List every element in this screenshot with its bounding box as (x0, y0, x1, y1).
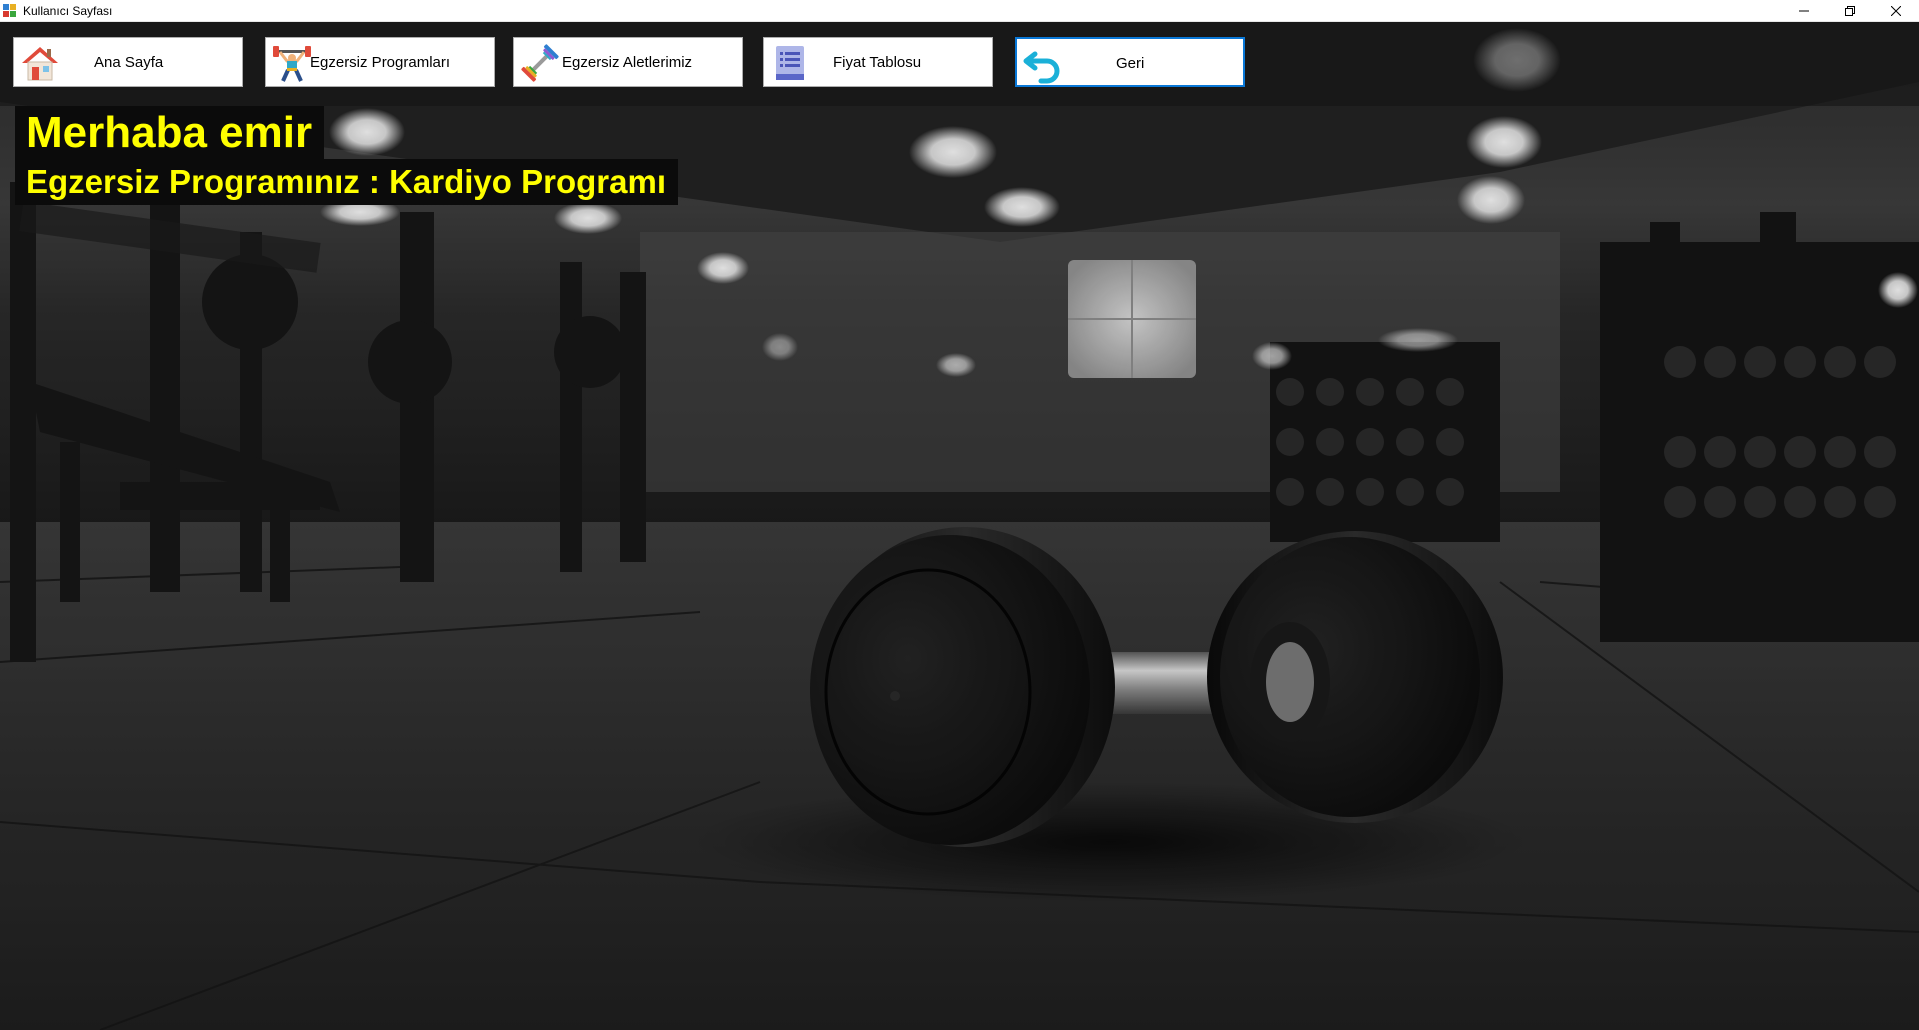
document-list-icon (770, 43, 810, 83)
app-icon (3, 4, 17, 18)
window-titlebar: Kullanıcı Sayfası (0, 0, 1919, 22)
weightlifter-icon (272, 43, 312, 83)
home-icon (20, 43, 60, 83)
exercise-equipment-label: Egzersiz Aletlerimiz (562, 54, 693, 71)
dumbbell-icon (520, 43, 560, 83)
greeting-label: Merhaba emir (15, 106, 325, 160)
close-button[interactable] (1873, 0, 1919, 22)
maximize-button[interactable] (1827, 0, 1873, 22)
exercise-programs-button[interactable]: Egzersiz Programları (265, 37, 495, 87)
price-table-button[interactable]: Fiyat Tablosu (763, 37, 993, 87)
minimize-icon (1799, 10, 1809, 12)
undo-arrow-icon (1023, 44, 1063, 84)
exercise-programs-label: Egzersiz Programları (310, 54, 451, 71)
program-label: Egzersiz Programınız : Kardiyo Programı (15, 159, 678, 205)
window-title: Kullanıcı Sayfası (23, 4, 113, 18)
close-icon (1891, 6, 1901, 16)
back-button-label: Geri (1116, 55, 1145, 72)
minimize-button[interactable] (1781, 0, 1827, 22)
exercise-equipment-button[interactable]: Egzersiz Aletlerimiz (513, 37, 743, 87)
restore-icon (1845, 6, 1855, 16)
back-button[interactable]: Geri (1015, 37, 1245, 87)
home-button[interactable]: Ana Sayfa (13, 37, 243, 87)
price-table-label: Fiyat Tablosu (833, 54, 922, 71)
home-button-label: Ana Sayfa (94, 54, 164, 71)
